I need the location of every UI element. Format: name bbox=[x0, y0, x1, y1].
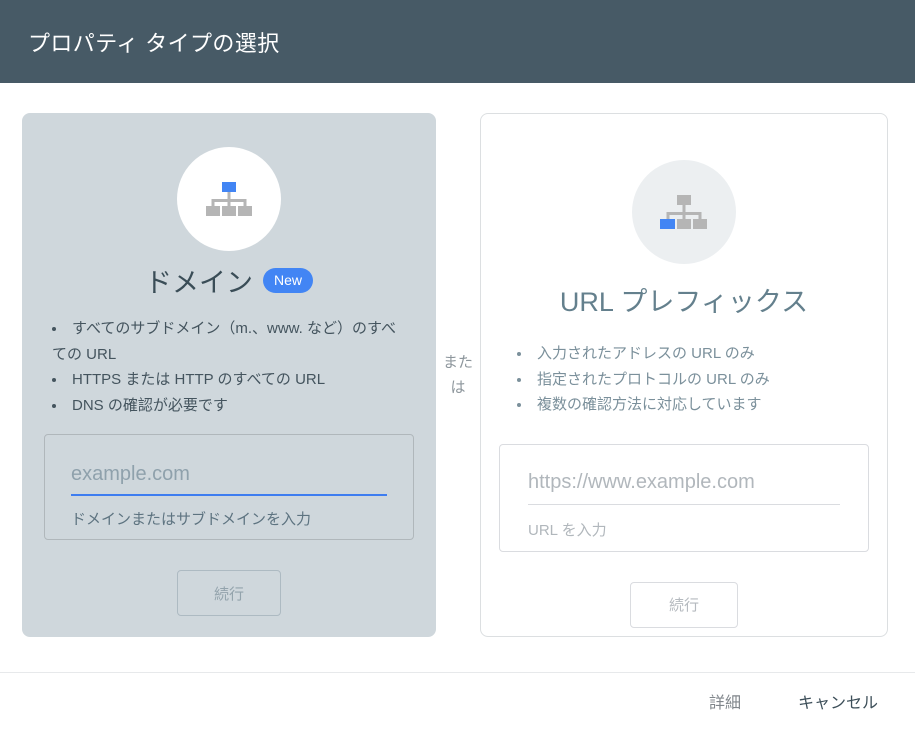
domain-input-helper: ドメインまたはサブドメインを入力 bbox=[71, 511, 312, 528]
dialog-header: プロパティ タイプの選択 bbox=[0, 0, 915, 83]
domain-icon-circle bbox=[177, 147, 281, 251]
url-prefix-feature-item: 入力されたアドレスの URL のみ bbox=[517, 341, 851, 367]
url-prefix-property-card[interactable]: URL プレフィックス 入力されたアドレスの URL のみ 指定されたプロトコル… bbox=[480, 113, 888, 637]
url-prefix-feature-item: 複数の確認方法に対応しています bbox=[517, 392, 851, 418]
url-prefix-feature-item: 指定されたプロトコルの URL のみ bbox=[517, 367, 851, 393]
property-type-chooser: ドメイン New すべてのサブドメイン（m.、www. など）のすべての URL… bbox=[0, 83, 915, 637]
dialog-footer: 詳細 キャンセル bbox=[0, 672, 915, 729]
or-divider-label: または bbox=[442, 353, 473, 397]
sitemap-tree-icon bbox=[203, 182, 255, 216]
domain-input[interactable] bbox=[71, 463, 387, 496]
domain-feature-list: すべてのサブドメイン（m.、www. など）のすべての URL HTTPS また… bbox=[22, 316, 436, 418]
domain-feature-item: DNS の確認が必要です bbox=[52, 393, 406, 419]
domain-card-title: ドメイン bbox=[144, 268, 253, 298]
cancel-button[interactable]: キャンセル bbox=[798, 689, 878, 713]
new-badge: New bbox=[262, 268, 313, 293]
url-prefix-input[interactable] bbox=[528, 470, 840, 505]
url-prefix-continue-button[interactable]: 続行 bbox=[630, 581, 738, 628]
url-prefix-feature-list: 入力されたアドレスの URL のみ 指定されたプロトコルの URL のみ 複数の… bbox=[481, 341, 887, 418]
url-prefix-input-helper: URL を入力 bbox=[528, 521, 607, 539]
page-title: プロパティ タイプの選択 bbox=[28, 30, 280, 56]
domain-input-box: ドメインまたはサブドメインを入力 bbox=[44, 434, 414, 540]
domain-continue-button[interactable]: 続行 bbox=[177, 570, 281, 616]
url-prefix-icon-circle bbox=[632, 160, 736, 264]
domain-property-card[interactable]: ドメイン New すべてのサブドメイン（m.、www. など）のすべての URL… bbox=[22, 113, 436, 637]
domain-feature-item: HTTPS または HTTP のすべての URL bbox=[52, 367, 406, 393]
details-link[interactable]: 詳細 bbox=[709, 689, 741, 713]
url-prefix-card-title: URL プレフィックス bbox=[559, 287, 809, 317]
domain-feature-item: すべてのサブドメイン（m.、www. など）のすべての URL bbox=[52, 316, 406, 367]
sitemap-tree-icon bbox=[658, 195, 710, 229]
url-prefix-input-box: URL を入力 bbox=[499, 443, 869, 552]
